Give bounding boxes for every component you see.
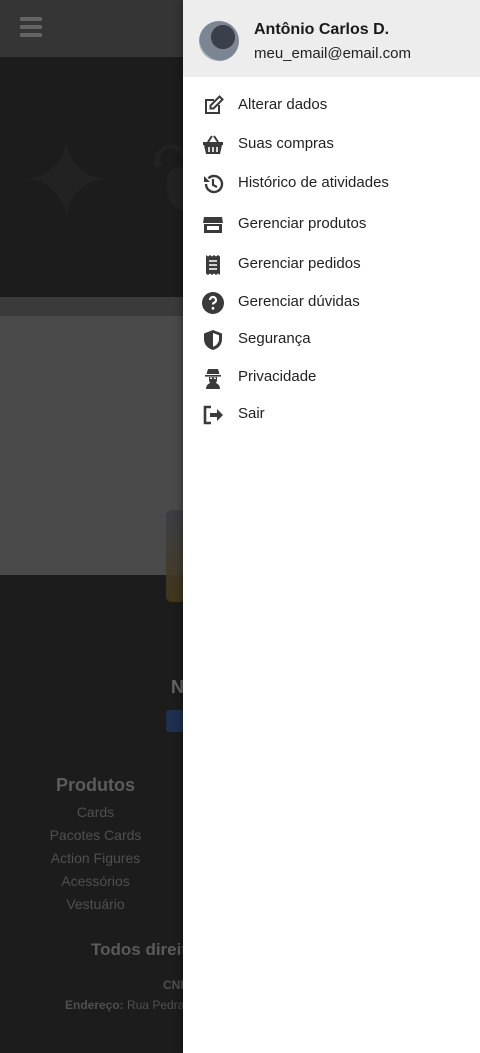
navigation-drawer: Antônio Carlos D. meu_email@email.com Al… bbox=[183, 0, 480, 1053]
menu-item-label: Sair bbox=[238, 405, 265, 422]
menu-item-seguranca[interactable]: Segurança bbox=[183, 320, 480, 358]
drawer-header: Antônio Carlos D. meu_email@email.com bbox=[183, 0, 480, 77]
menu-item-sair[interactable]: Sair bbox=[183, 395, 480, 433]
menu-item-label: Alterar dados bbox=[238, 96, 328, 113]
menu-item-gerenciar-pedidos[interactable]: Gerenciar pedidos bbox=[183, 245, 480, 283]
avatar[interactable] bbox=[199, 21, 239, 61]
user-name: Antônio Carlos D. bbox=[254, 21, 390, 38]
menu-item-label: Segurança bbox=[238, 330, 311, 347]
user-secret-icon bbox=[201, 366, 225, 390]
menu-item-historico[interactable]: Histórico de atividades bbox=[183, 164, 480, 202]
question-circle-icon bbox=[201, 291, 225, 315]
menu-item-label: Suas compras bbox=[238, 135, 334, 152]
user-email: meu_email@email.com bbox=[254, 45, 411, 62]
menu-item-label: Histórico de atividades bbox=[238, 174, 389, 191]
edit-icon bbox=[201, 94, 225, 118]
sign-out-icon bbox=[201, 403, 225, 427]
menu-item-suas-compras[interactable]: Suas compras bbox=[183, 125, 480, 163]
menu-item-label: Gerenciar pedidos bbox=[238, 255, 361, 272]
menu-item-label: Privacidade bbox=[238, 368, 317, 385]
menu-item-privacidade[interactable]: Privacidade bbox=[183, 358, 480, 396]
menu-item-label: Gerenciar produtos bbox=[238, 215, 367, 232]
basket-icon bbox=[201, 133, 225, 157]
menu-item-alterar-dados[interactable]: Alterar dados bbox=[183, 86, 480, 124]
history-icon bbox=[201, 172, 225, 196]
receipt-icon bbox=[201, 253, 225, 277]
menu-item-gerenciar-duvidas[interactable]: Gerenciar dúvidas bbox=[183, 283, 480, 321]
store-icon bbox=[201, 213, 225, 237]
shield-icon bbox=[201, 328, 225, 352]
menu-item-gerenciar-produtos[interactable]: Gerenciar produtos bbox=[183, 205, 480, 243]
menu-item-label: Gerenciar dúvidas bbox=[238, 293, 360, 310]
